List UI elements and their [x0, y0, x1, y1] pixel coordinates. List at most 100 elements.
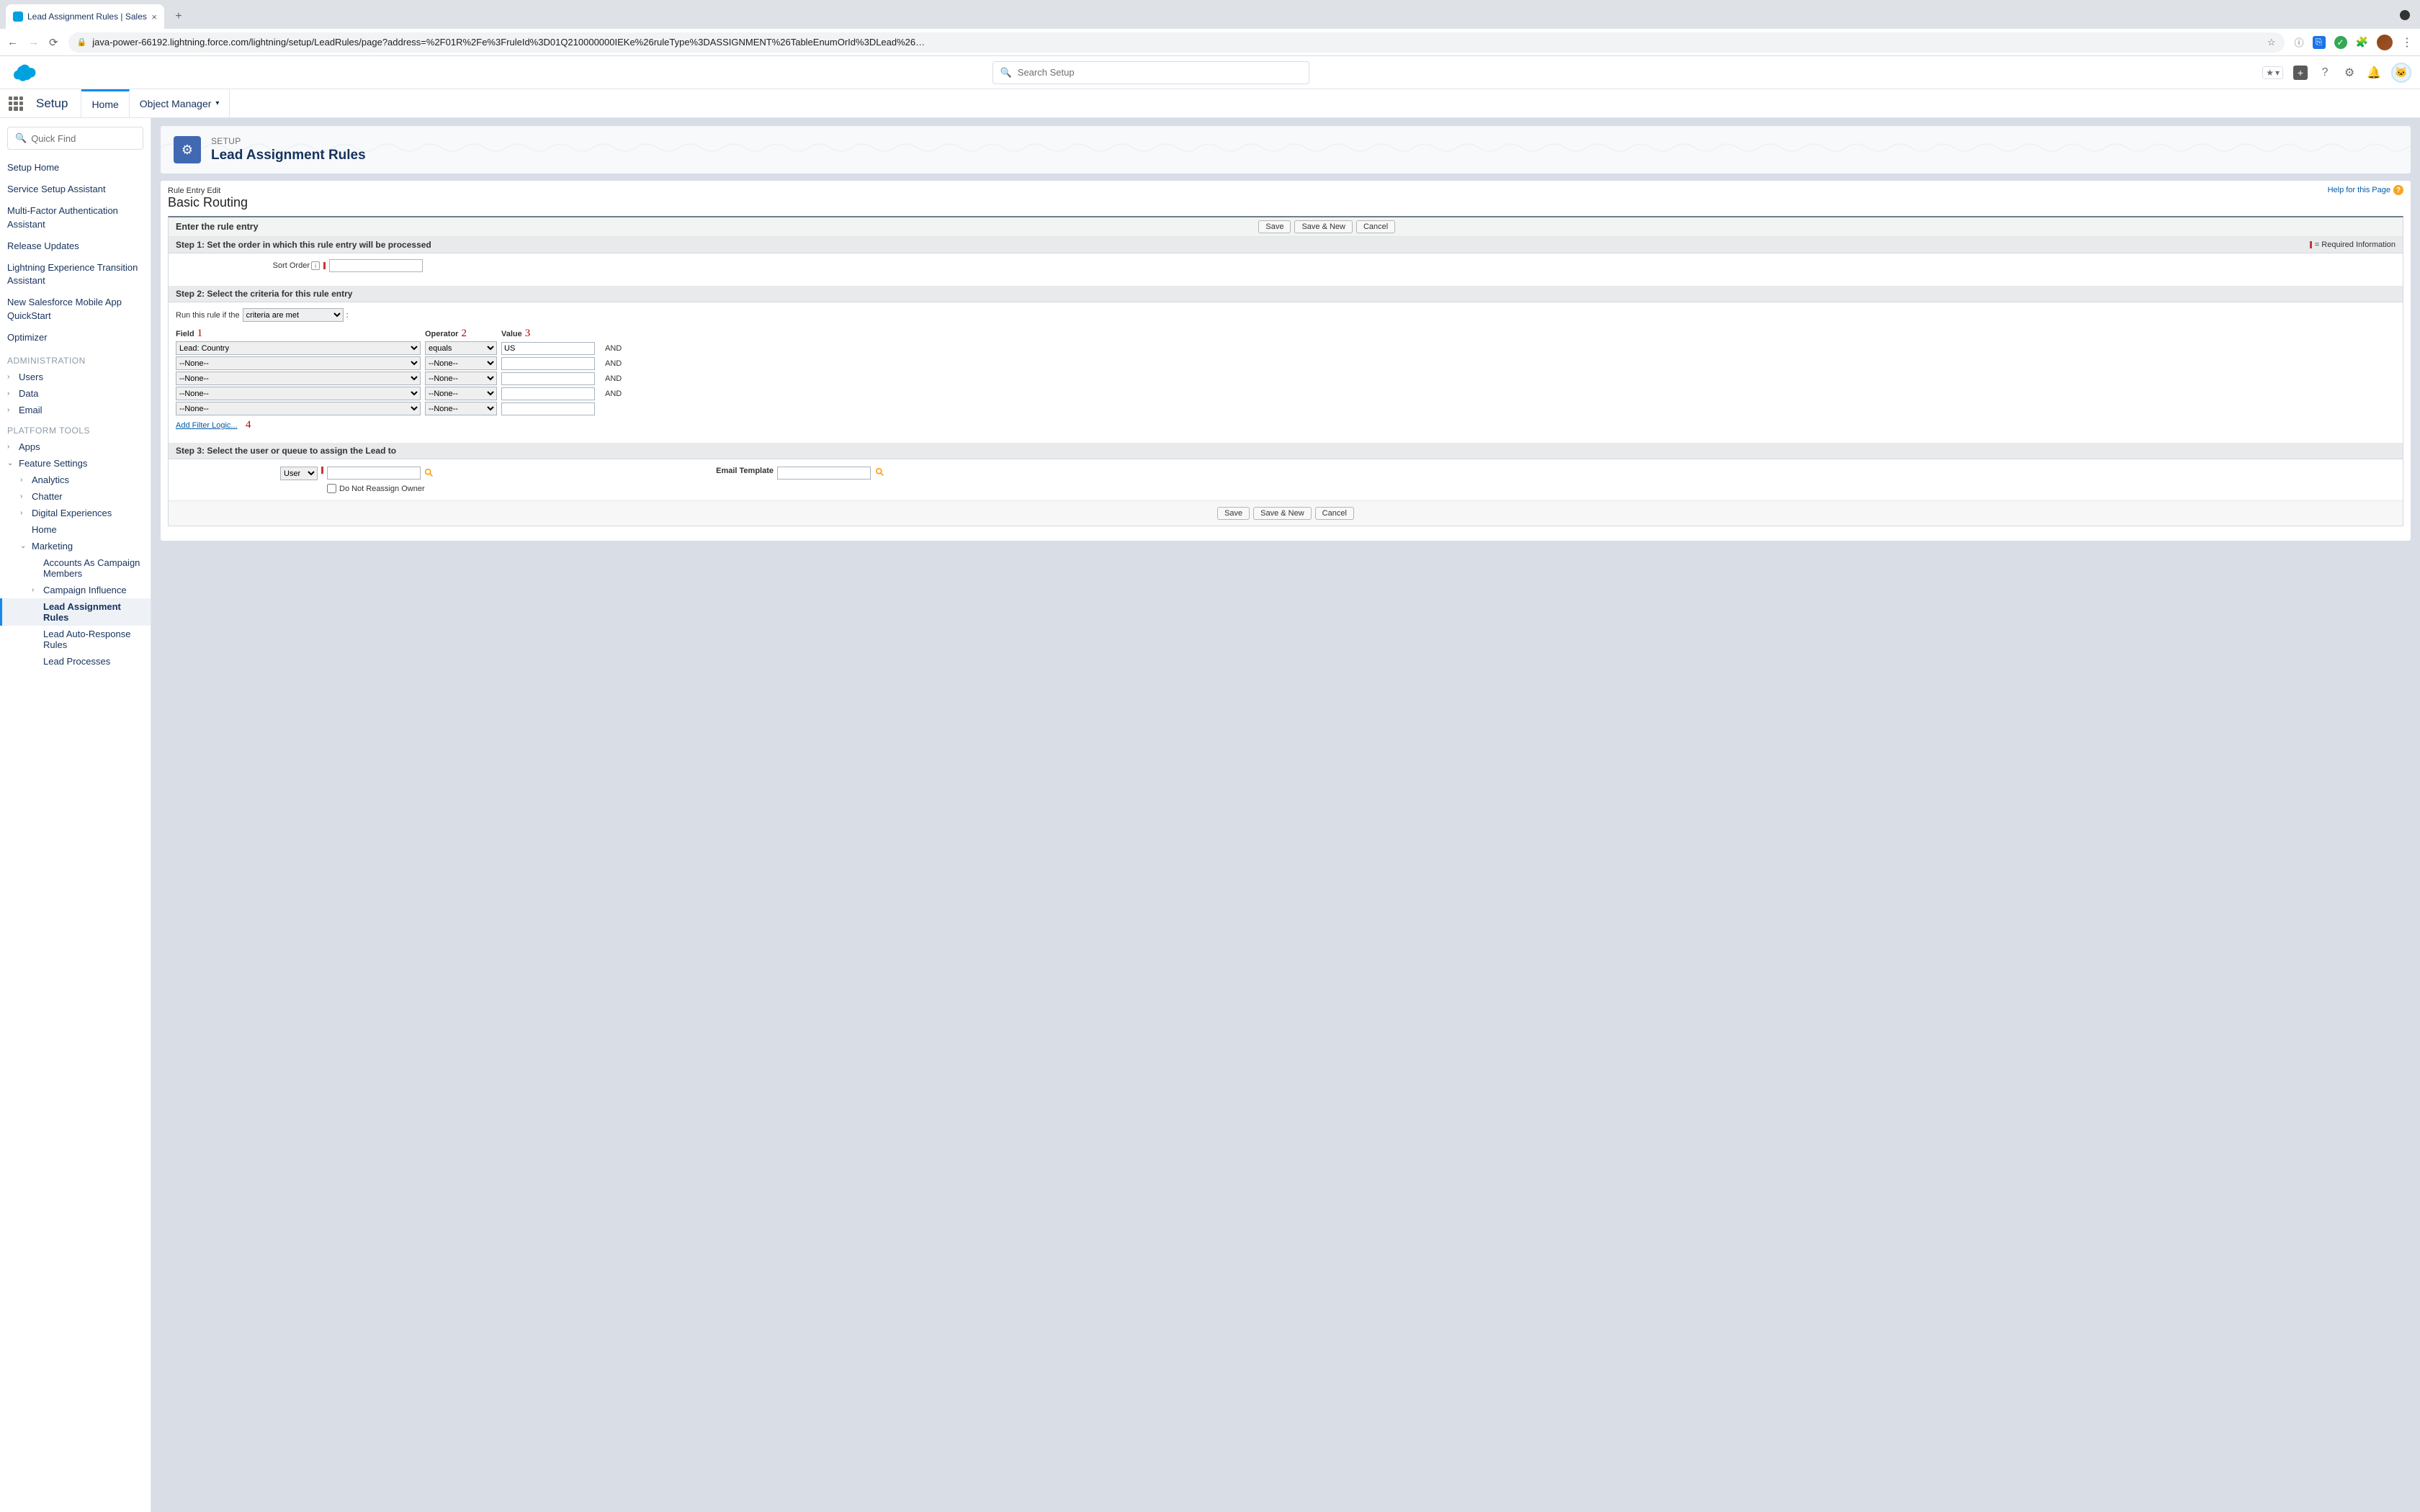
cancel-button[interactable]: Cancel: [1315, 507, 1354, 520]
search-icon: 🔍: [15, 132, 27, 144]
sidebar-link[interactable]: Service Setup Assistant: [0, 179, 151, 200]
cancel-button[interactable]: Cancel: [1356, 220, 1395, 233]
criteria-row: --None----None--AND: [176, 387, 2396, 400]
criteria-operator-select[interactable]: equals: [425, 341, 497, 355]
sidebar-tree-item[interactable]: ›Digital Experiences: [0, 505, 151, 521]
email-template-input[interactable]: [777, 467, 871, 480]
global-actions-icon[interactable]: +: [2293, 66, 2308, 80]
reload-icon[interactable]: ⟳: [49, 36, 58, 49]
save-new-button[interactable]: Save & New: [1294, 220, 1353, 233]
sidebar-tree-item-selected[interactable]: Lead Assignment Rules: [0, 598, 151, 626]
sidebar-tree-item[interactable]: ›Analytics: [0, 472, 151, 488]
setup-tabs: Home Object Manager▾: [81, 89, 230, 117]
criteria-field-select[interactable]: Lead: Country: [176, 341, 421, 355]
sidebar-tree-item[interactable]: ›Campaign Influence: [0, 582, 151, 598]
criteria-value-input[interactable]: [501, 342, 595, 355]
close-tab-icon[interactable]: ×: [151, 12, 157, 22]
no-reassign-checkbox[interactable]: Do Not Reassign Owner: [327, 484, 435, 493]
annotation-1: 1: [197, 328, 203, 339]
info-icon[interactable]: i: [311, 261, 320, 270]
extensions-icon[interactable]: [2356, 36, 2368, 48]
sidebar-tree-item[interactable]: ⌄Marketing: [0, 538, 151, 554]
menu-icon[interactable]: ⋮: [2401, 35, 2413, 50]
sidebar-link[interactable]: Optimizer: [0, 327, 151, 348]
tab-object-manager[interactable]: Object Manager▾: [130, 89, 230, 117]
criteria-field-select[interactable]: --None--: [176, 356, 421, 370]
quick-find-input[interactable]: 🔍 Quick Find: [7, 127, 143, 150]
back-icon[interactable]: ←: [7, 36, 18, 48]
user-avatar-icon[interactable]: 🐱: [2391, 63, 2411, 83]
criteria-operator-select[interactable]: --None--: [425, 387, 497, 400]
chevron-right-icon: ›: [7, 443, 16, 451]
page-title: Lead Assignment Rules: [211, 148, 366, 163]
assignee-type-select[interactable]: User: [280, 467, 318, 480]
required-marker: [323, 262, 326, 269]
required-legend: = Required Information: [2310, 240, 2396, 249]
setup-gear-icon[interactable]: ⚙: [2342, 66, 2357, 80]
lookup-icon[interactable]: [874, 467, 886, 478]
new-tab-button[interactable]: +: [169, 6, 189, 27]
sidebar-tree-item[interactable]: ›Home: [0, 521, 151, 538]
run-if-select[interactable]: criteria are met: [243, 308, 344, 322]
sidebar-section-header: ADMINISTRATION: [0, 348, 151, 369]
global-search[interactable]: 🔍 Search Setup: [992, 61, 1309, 84]
sidebar-tree-item[interactable]: Accounts As Campaign Members: [0, 554, 151, 582]
sidebar-link[interactable]: Lightning Experience Transition Assistan…: [0, 257, 151, 292]
criteria-operator-select[interactable]: --None--: [425, 356, 497, 370]
app-launcher-icon[interactable]: [9, 96, 23, 111]
chevron-right-icon: ›: [20, 476, 29, 484]
window-control-icon[interactable]: [2400, 10, 2410, 20]
save-button[interactable]: Save: [1258, 220, 1291, 233]
run-if-label: Run this rule if the: [176, 311, 240, 320]
and-label: AND: [605, 359, 622, 368]
help-icon[interactable]: ?: [2318, 66, 2332, 80]
salesforce-logo-icon[interactable]: [9, 63, 39, 83]
sidebar-tree-item[interactable]: ›Chatter: [0, 488, 151, 505]
criteria-value-input[interactable]: [501, 372, 595, 385]
favorites-button[interactable]: ★▾: [2262, 66, 2283, 79]
criteria-operator-select[interactable]: --None--: [425, 402, 497, 415]
lookup-icon[interactable]: [424, 467, 435, 479]
criteria-field-select[interactable]: --None--: [176, 402, 421, 415]
assignee-input[interactable]: [327, 467, 421, 480]
sidebar-link[interactable]: Multi-Factor Authentication Assistant: [0, 200, 151, 235]
setup-nav-bar: Setup Home Object Manager▾: [0, 89, 2420, 118]
criteria-field-select[interactable]: --None--: [176, 372, 421, 385]
url-bar[interactable]: 🔒 java-power-66192.lightning.force.com/l…: [68, 32, 2285, 53]
favicon-icon: [13, 12, 23, 22]
sidebar-tree-item[interactable]: ⌄Feature Settings: [0, 455, 151, 472]
save-button[interactable]: Save: [1217, 507, 1250, 520]
extension-icon[interactable]: ⎘: [2313, 36, 2326, 49]
sort-order-label: Sort Orderi: [176, 261, 320, 270]
criteria-value-input[interactable]: [501, 402, 595, 415]
info-icon[interactable]: ⓘ: [2295, 35, 2304, 49]
browser-tab[interactable]: Lead Assignment Rules | Sales ×: [6, 4, 164, 29]
criteria-value-input[interactable]: [501, 387, 595, 400]
sidebar-tree-item[interactable]: ›Users: [0, 369, 151, 385]
help-link[interactable]: Help for this Page ?: [2328, 185, 2403, 195]
criteria-field-select[interactable]: --None--: [176, 387, 421, 400]
criteria-value-input[interactable]: [501, 357, 595, 370]
tab-title: Lead Assignment Rules | Sales: [27, 12, 147, 22]
sort-order-input[interactable]: [329, 259, 423, 272]
sidebar-link[interactable]: Release Updates: [0, 235, 151, 257]
save-new-button[interactable]: Save & New: [1253, 507, 1312, 520]
tab-home[interactable]: Home: [81, 89, 129, 117]
criteria-row: --None-- --None-- AND: [176, 356, 2396, 370]
sidebar-tree-item[interactable]: ›Data: [0, 385, 151, 402]
sidebar-tree-item[interactable]: Lead Processes: [0, 653, 151, 670]
sidebar-tree-item[interactable]: ›Apps: [0, 438, 151, 455]
sidebar-tree-item[interactable]: Lead Auto-Response Rules: [0, 626, 151, 653]
extension-icon[interactable]: ✓: [2334, 36, 2347, 49]
annotation-2: 2: [461, 328, 467, 339]
sidebar-link[interactable]: New Salesforce Mobile App QuickStart: [0, 292, 151, 326]
notifications-bell-icon[interactable]: 🔔: [2367, 66, 2381, 80]
add-filter-logic-link[interactable]: Add Filter Logic...: [176, 421, 238, 430]
criteria-operator-select[interactable]: --None--: [425, 372, 497, 385]
sidebar-link[interactable]: Setup Home: [0, 157, 151, 179]
page-header: ⚙ SETUP Lead Assignment Rules: [160, 125, 2411, 174]
sidebar-tree-item[interactable]: ›Email: [0, 402, 151, 418]
profile-avatar-icon[interactable]: [2377, 35, 2393, 50]
bookmark-star-icon[interactable]: ☆: [2267, 37, 2276, 48]
col-operator: Operator2: [425, 328, 497, 340]
